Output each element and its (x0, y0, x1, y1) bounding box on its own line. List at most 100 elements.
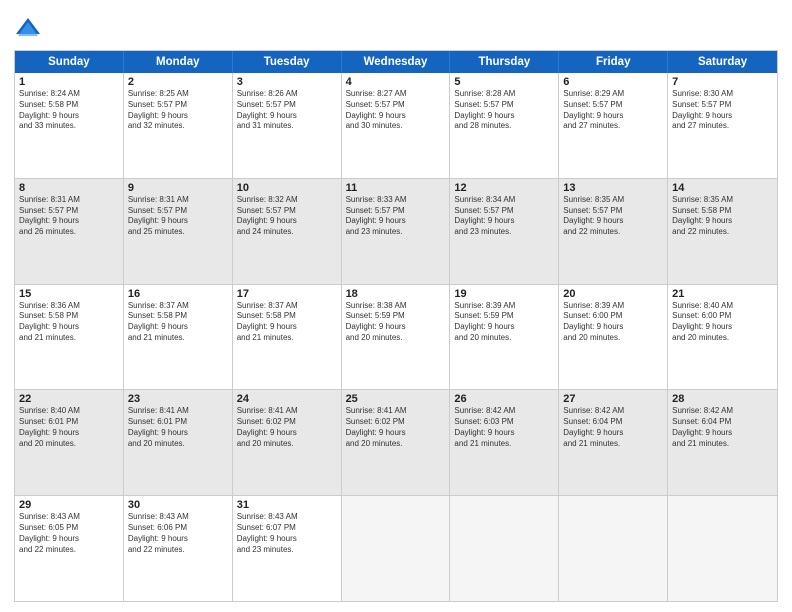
day-number: 1 (19, 76, 119, 88)
calendar-cell: 3Sunrise: 8:26 AMSunset: 5:57 PMDaylight… (233, 73, 342, 178)
calendar-cell: 28Sunrise: 8:42 AMSunset: 6:04 PMDayligh… (668, 390, 777, 495)
calendar-cell: 4Sunrise: 8:27 AMSunset: 5:57 PMDaylight… (342, 73, 451, 178)
calendar-cell: 6Sunrise: 8:29 AMSunset: 5:57 PMDaylight… (559, 73, 668, 178)
cell-info: Sunrise: 8:31 AMSunset: 5:57 PMDaylight:… (128, 195, 228, 238)
day-number: 31 (237, 499, 337, 511)
cell-info: Sunrise: 8:26 AMSunset: 5:57 PMDaylight:… (237, 89, 337, 132)
calendar-cell (668, 496, 777, 601)
header-day-saturday: Saturday (668, 51, 777, 73)
day-number: 28 (672, 393, 773, 405)
day-number: 10 (237, 182, 337, 194)
page: SundayMondayTuesdayWednesdayThursdayFrid… (0, 0, 792, 612)
day-number: 3 (237, 76, 337, 88)
day-number: 12 (454, 182, 554, 194)
day-number: 13 (563, 182, 663, 194)
day-number: 15 (19, 288, 119, 300)
day-number: 24 (237, 393, 337, 405)
cell-info: Sunrise: 8:41 AMSunset: 6:01 PMDaylight:… (128, 406, 228, 449)
cell-info: Sunrise: 8:33 AMSunset: 5:57 PMDaylight:… (346, 195, 446, 238)
day-number: 29 (19, 499, 119, 511)
calendar-cell: 31Sunrise: 8:43 AMSunset: 6:07 PMDayligh… (233, 496, 342, 601)
cell-info: Sunrise: 8:30 AMSunset: 5:57 PMDaylight:… (672, 89, 773, 132)
day-number: 25 (346, 393, 446, 405)
cell-info: Sunrise: 8:40 AMSunset: 6:01 PMDaylight:… (19, 406, 119, 449)
calendar-cell: 24Sunrise: 8:41 AMSunset: 6:02 PMDayligh… (233, 390, 342, 495)
header-day-thursday: Thursday (450, 51, 559, 73)
day-number: 30 (128, 499, 228, 511)
calendar-week-1: 1Sunrise: 8:24 AMSunset: 5:58 PMDaylight… (15, 73, 777, 178)
calendar-week-4: 22Sunrise: 8:40 AMSunset: 6:01 PMDayligh… (15, 389, 777, 495)
calendar-header: SundayMondayTuesdayWednesdayThursdayFrid… (15, 51, 777, 73)
cell-info: Sunrise: 8:40 AMSunset: 6:00 PMDaylight:… (672, 301, 773, 344)
calendar-cell: 21Sunrise: 8:40 AMSunset: 6:00 PMDayligh… (668, 285, 777, 390)
calendar-cell: 22Sunrise: 8:40 AMSunset: 6:01 PMDayligh… (15, 390, 124, 495)
day-number: 11 (346, 182, 446, 194)
calendar-cell: 14Sunrise: 8:35 AMSunset: 5:58 PMDayligh… (668, 179, 777, 284)
header-day-wednesday: Wednesday (342, 51, 451, 73)
calendar-cell: 30Sunrise: 8:43 AMSunset: 6:06 PMDayligh… (124, 496, 233, 601)
day-number: 26 (454, 393, 554, 405)
header (14, 14, 778, 42)
cell-info: Sunrise: 8:37 AMSunset: 5:58 PMDaylight:… (128, 301, 228, 344)
day-number: 23 (128, 393, 228, 405)
calendar-cell: 2Sunrise: 8:25 AMSunset: 5:57 PMDaylight… (124, 73, 233, 178)
calendar-cell: 25Sunrise: 8:41 AMSunset: 6:02 PMDayligh… (342, 390, 451, 495)
day-number: 7 (672, 76, 773, 88)
day-number: 8 (19, 182, 119, 194)
cell-info: Sunrise: 8:43 AMSunset: 6:07 PMDaylight:… (237, 512, 337, 555)
day-number: 27 (563, 393, 663, 405)
day-number: 21 (672, 288, 773, 300)
calendar-cell: 19Sunrise: 8:39 AMSunset: 5:59 PMDayligh… (450, 285, 559, 390)
cell-info: Sunrise: 8:41 AMSunset: 6:02 PMDaylight:… (237, 406, 337, 449)
calendar-cell: 29Sunrise: 8:43 AMSunset: 6:05 PMDayligh… (15, 496, 124, 601)
header-day-friday: Friday (559, 51, 668, 73)
calendar-cell (342, 496, 451, 601)
calendar-cell: 16Sunrise: 8:37 AMSunset: 5:58 PMDayligh… (124, 285, 233, 390)
calendar: SundayMondayTuesdayWednesdayThursdayFrid… (14, 50, 778, 602)
day-number: 2 (128, 76, 228, 88)
day-number: 9 (128, 182, 228, 194)
calendar-cell: 7Sunrise: 8:30 AMSunset: 5:57 PMDaylight… (668, 73, 777, 178)
cell-info: Sunrise: 8:31 AMSunset: 5:57 PMDaylight:… (19, 195, 119, 238)
cell-info: Sunrise: 8:35 AMSunset: 5:58 PMDaylight:… (672, 195, 773, 238)
cell-info: Sunrise: 8:36 AMSunset: 5:58 PMDaylight:… (19, 301, 119, 344)
calendar-cell: 5Sunrise: 8:28 AMSunset: 5:57 PMDaylight… (450, 73, 559, 178)
calendar-week-5: 29Sunrise: 8:43 AMSunset: 6:05 PMDayligh… (15, 495, 777, 601)
calendar-cell: 8Sunrise: 8:31 AMSunset: 5:57 PMDaylight… (15, 179, 124, 284)
cell-info: Sunrise: 8:43 AMSunset: 6:05 PMDaylight:… (19, 512, 119, 555)
day-number: 16 (128, 288, 228, 300)
calendar-cell: 15Sunrise: 8:36 AMSunset: 5:58 PMDayligh… (15, 285, 124, 390)
header-day-tuesday: Tuesday (233, 51, 342, 73)
calendar-body: 1Sunrise: 8:24 AMSunset: 5:58 PMDaylight… (15, 73, 777, 601)
calendar-cell: 12Sunrise: 8:34 AMSunset: 5:57 PMDayligh… (450, 179, 559, 284)
cell-info: Sunrise: 8:42 AMSunset: 6:03 PMDaylight:… (454, 406, 554, 449)
cell-info: Sunrise: 8:42 AMSunset: 6:04 PMDaylight:… (672, 406, 773, 449)
day-number: 22 (19, 393, 119, 405)
cell-info: Sunrise: 8:34 AMSunset: 5:57 PMDaylight:… (454, 195, 554, 238)
calendar-week-2: 8Sunrise: 8:31 AMSunset: 5:57 PMDaylight… (15, 178, 777, 284)
logo-icon (14, 14, 42, 42)
cell-info: Sunrise: 8:24 AMSunset: 5:58 PMDaylight:… (19, 89, 119, 132)
calendar-cell: 27Sunrise: 8:42 AMSunset: 6:04 PMDayligh… (559, 390, 668, 495)
cell-info: Sunrise: 8:32 AMSunset: 5:57 PMDaylight:… (237, 195, 337, 238)
calendar-cell: 23Sunrise: 8:41 AMSunset: 6:01 PMDayligh… (124, 390, 233, 495)
cell-info: Sunrise: 8:41 AMSunset: 6:02 PMDaylight:… (346, 406, 446, 449)
calendar-cell (559, 496, 668, 601)
calendar-cell: 9Sunrise: 8:31 AMSunset: 5:57 PMDaylight… (124, 179, 233, 284)
calendar-cell: 10Sunrise: 8:32 AMSunset: 5:57 PMDayligh… (233, 179, 342, 284)
day-number: 20 (563, 288, 663, 300)
cell-info: Sunrise: 8:35 AMSunset: 5:57 PMDaylight:… (563, 195, 663, 238)
calendar-cell: 17Sunrise: 8:37 AMSunset: 5:58 PMDayligh… (233, 285, 342, 390)
cell-info: Sunrise: 8:42 AMSunset: 6:04 PMDaylight:… (563, 406, 663, 449)
calendar-cell: 1Sunrise: 8:24 AMSunset: 5:58 PMDaylight… (15, 73, 124, 178)
calendar-cell: 20Sunrise: 8:39 AMSunset: 6:00 PMDayligh… (559, 285, 668, 390)
day-number: 14 (672, 182, 773, 194)
cell-info: Sunrise: 8:25 AMSunset: 5:57 PMDaylight:… (128, 89, 228, 132)
header-day-sunday: Sunday (15, 51, 124, 73)
cell-info: Sunrise: 8:29 AMSunset: 5:57 PMDaylight:… (563, 89, 663, 132)
cell-info: Sunrise: 8:37 AMSunset: 5:58 PMDaylight:… (237, 301, 337, 344)
cell-info: Sunrise: 8:38 AMSunset: 5:59 PMDaylight:… (346, 301, 446, 344)
calendar-cell: 13Sunrise: 8:35 AMSunset: 5:57 PMDayligh… (559, 179, 668, 284)
calendar-cell (450, 496, 559, 601)
calendar-cell: 18Sunrise: 8:38 AMSunset: 5:59 PMDayligh… (342, 285, 451, 390)
